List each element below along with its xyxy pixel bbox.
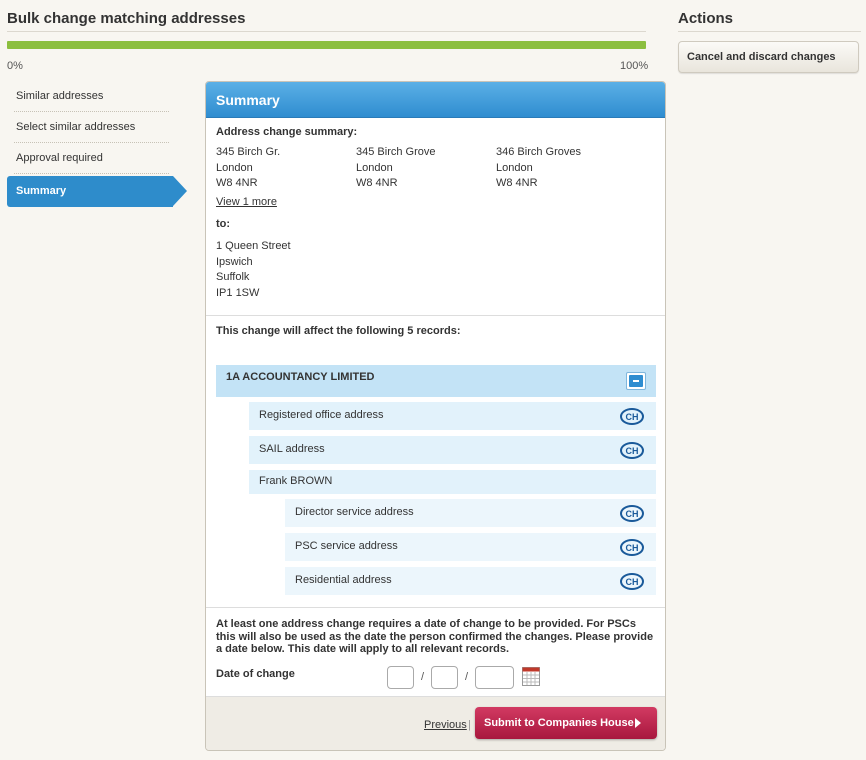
actions-title: Actions [678, 10, 734, 27]
step-label: Summary [16, 185, 67, 197]
previous-link[interactable]: Previous [424, 719, 467, 731]
address-line: 1 Queen Street [216, 240, 291, 252]
record-sail: SAIL address CH [249, 436, 656, 464]
address-line: IP1 1SW [216, 286, 260, 299]
address-line: Suffolk [216, 271, 250, 283]
companies-house-logo-icon: CH [620, 408, 644, 425]
date-separator: / [465, 671, 469, 683]
submit-button[interactable]: Submit to Companies House [475, 707, 657, 739]
date-month-input[interactable] [431, 666, 458, 689]
svg-text:CH: CH [626, 577, 639, 587]
address-line: Ipswich [216, 255, 253, 268]
progress-bar [7, 41, 646, 49]
address-line: W8 4NR [216, 177, 258, 189]
from-address-1: 345 Birch Gr. London W8 4NR [216, 145, 280, 192]
address-line: 345 Birch Grove [356, 146, 436, 158]
step-label: Select similar addresses [16, 121, 136, 133]
to-label: to: [216, 218, 231, 230]
company-row[interactable]: 1A ACCOUNTANCY LIMITED [216, 365, 656, 397]
address-line: W8 4NR [356, 177, 398, 189]
svg-text:CH: CH [626, 446, 639, 456]
companies-house-logo-icon: CH [620, 539, 644, 556]
cancel-discard-button[interactable]: Cancel and discard changes [678, 41, 859, 73]
companies-house-logo-icon: CH [620, 442, 644, 459]
step-select-similar-addresses[interactable]: Select similar addresses [7, 112, 187, 143]
step-label: Approval required [16, 152, 103, 164]
step-summary[interactable]: Summary [7, 176, 187, 207]
link-separator: | [468, 719, 471, 731]
record-registered-office: Registered office address CH [249, 402, 656, 430]
from-address-2: 345 Birch Grove London W8 4NR [356, 145, 435, 192]
minus-icon[interactable] [626, 372, 646, 390]
record-psc-service: PSC service address CH [285, 533, 656, 561]
record-person: Frank BROWN [249, 470, 656, 494]
record-label: PSC service address [295, 540, 398, 552]
record-residential: Residential address CH [285, 567, 656, 595]
affect-records-text: This change will affect the following 5 … [216, 325, 461, 337]
address-change-summary-label: Address change summary: [216, 126, 358, 138]
date-day-input[interactable] [387, 666, 414, 689]
submit-label: Submit to Companies House [484, 717, 634, 729]
section-divider [206, 607, 665, 608]
progress-min-label: 0% [7, 60, 23, 72]
summary-panel: Summary Address change summary: 345 Birc… [205, 81, 666, 751]
view-more-link[interactable]: View 1 more [216, 196, 277, 208]
step-label: Similar addresses [16, 90, 104, 102]
record-label: Residential address [295, 574, 392, 586]
step-similar-addresses[interactable]: Similar addresses [7, 81, 187, 112]
record-director-service: Director service address CH [285, 499, 656, 527]
arrow-right-icon [635, 718, 641, 728]
to-address: 1 Queen Street Ipswich Suffolk IP1 1SW [216, 239, 291, 301]
from-address-3: 346 Birch Groves London W8 4NR [496, 145, 581, 192]
record-label: Registered office address [259, 409, 384, 421]
companies-house-logo-icon: CH [620, 573, 644, 590]
address-line: W8 4NR [496, 177, 538, 189]
date-separator: / [421, 671, 425, 683]
actions-divider [678, 31, 861, 32]
address-line: London [356, 161, 393, 174]
step-approval-required[interactable]: Approval required [7, 143, 187, 174]
address-line: London [216, 161, 253, 174]
svg-text:CH: CH [626, 412, 639, 422]
title-divider [7, 31, 646, 32]
page-title: Bulk change matching addresses [7, 10, 246, 27]
date-year-input[interactable] [475, 666, 514, 689]
date-of-change-label: Date of change [216, 668, 295, 680]
record-label: Director service address [295, 506, 414, 518]
calendar-icon[interactable] [522, 667, 540, 686]
address-line: London [496, 161, 533, 174]
companies-house-logo-icon: CH [620, 505, 644, 522]
progress-max-label: 100% [620, 60, 649, 72]
person-name: Frank BROWN [259, 475, 333, 487]
panel-title: Summary [206, 82, 665, 118]
svg-text:CH: CH [626, 543, 639, 553]
svg-text:CH: CH [626, 509, 639, 519]
date-note: At least one address change requires a d… [216, 618, 654, 655]
address-line: 346 Birch Groves [496, 146, 581, 158]
step-divider [14, 173, 169, 174]
section-divider [206, 315, 665, 316]
company-name: 1A ACCOUNTANCY LIMITED [226, 371, 375, 383]
address-line: 345 Birch Gr. [216, 146, 281, 158]
record-label: SAIL address [259, 443, 325, 455]
panel-footer: Previous | Submit to Companies House [206, 696, 665, 750]
step-nav: Similar addresses Select similar address… [7, 81, 187, 207]
